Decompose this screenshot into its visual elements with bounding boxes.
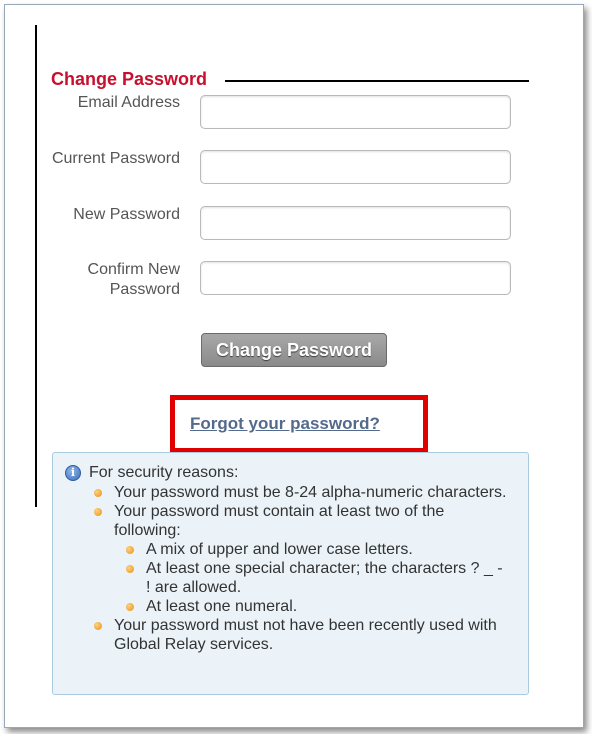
rule-item: Your password must contain at least two … <box>53 502 528 616</box>
sub-rule-item: At least one special character; the char… <box>114 559 510 597</box>
rule-text: Your password must contain at least two … <box>114 503 445 539</box>
email-label: Email Address <box>77 94 180 111</box>
current-password-field[interactable] <box>200 150 511 184</box>
security-info-box: i For security reasons: Your password mu… <box>52 452 529 695</box>
title-divider <box>225 80 529 82</box>
rule-item: Your password must not have been recentl… <box>53 616 528 654</box>
email-field[interactable] <box>200 95 511 129</box>
sub-rule-list: A mix of upper and lower case letters. A… <box>114 540 510 616</box>
bullet-icon <box>126 546 134 554</box>
bullet-icon <box>126 603 134 611</box>
sub-rule-item: A mix of upper and lower case letters. <box>114 540 510 559</box>
sub-rule-text: At least one special character; the char… <box>146 560 503 596</box>
rule-list: Your password must be 8-24 alpha-numeric… <box>53 483 528 654</box>
confirm-password-field[interactable] <box>200 261 511 295</box>
change-password-button[interactable]: Change Password <box>201 333 387 367</box>
info-heading: For security reasons: <box>89 464 239 481</box>
current-password-label: Current Password <box>51 150 180 167</box>
section-title: Change Password <box>51 69 208 89</box>
rule-text: Your password must not have been recentl… <box>114 617 497 653</box>
password-panel: Change Password Email Address Current Pa… <box>4 4 584 728</box>
new-password-field[interactable] <box>200 206 511 240</box>
bullet-icon <box>94 622 102 630</box>
new-password-label: New Password <box>73 206 180 223</box>
sub-rule-text: A mix of upper and lower case letters. <box>146 541 413 558</box>
bullet-icon <box>94 489 102 497</box>
sub-rule-text: At least one numeral. <box>146 598 298 615</box>
sub-rule-item: At least one numeral. <box>114 597 510 616</box>
confirm-password-label: Confirm New Password <box>87 261 180 298</box>
info-icon: i <box>65 465 81 481</box>
bullet-icon <box>126 565 134 573</box>
forgot-password-link[interactable]: Forgot your password? <box>190 414 380 434</box>
rule-text: Your password must be 8-24 alpha-numeric… <box>114 484 507 501</box>
rule-item: Your password must be 8-24 alpha-numeric… <box>53 483 528 502</box>
bullet-icon <box>94 508 102 516</box>
